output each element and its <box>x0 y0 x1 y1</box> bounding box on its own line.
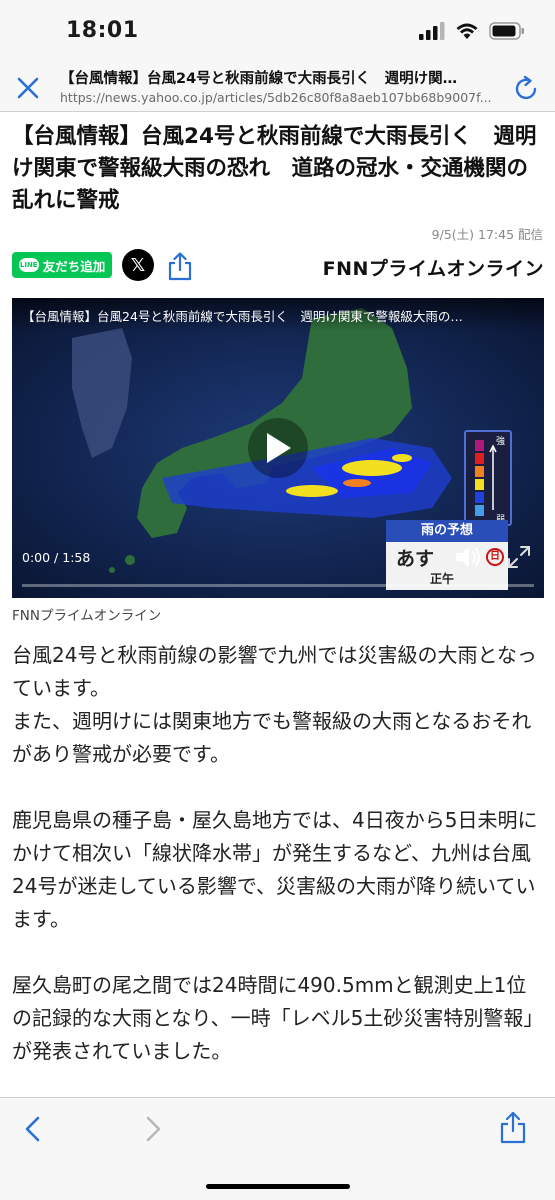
line-button-label: 友だち追加 <box>42 258 106 274</box>
forecast-body: あす 日 正午 <box>386 542 508 590</box>
forward-chevron-icon[interactable] <box>140 1114 166 1144</box>
wifi-icon <box>456 23 478 39</box>
x-share-button[interactable]: 𝕏 <box>122 249 154 281</box>
fullscreen-icon[interactable] <box>506 544 532 570</box>
forecast-weekday: 日 <box>486 548 504 566</box>
play-icon <box>267 433 291 463</box>
status-time: 18:01 <box>66 18 139 43</box>
bottom-toolbar <box>0 1097 555 1200</box>
line-icon: LINE <box>18 258 39 272</box>
browser-header: 【台風情報】台風24号と秋雨前線で大雨長引く 週明け関… https://new… <box>0 62 555 112</box>
article-body: 台風24号と秋雨前線の影響で九州では災害級の大雨となっています。 また、週明けに… <box>12 639 544 1101</box>
status-icons <box>419 22 525 40</box>
video-time: 0:00 / 1:58 <box>22 550 90 565</box>
video-current-time: 0:00 <box>22 550 51 565</box>
back-chevron-icon[interactable] <box>20 1114 46 1144</box>
legend-strong-label: 強 <box>496 437 506 447</box>
status-bar: 18:01 <box>0 0 555 62</box>
volume-icon[interactable] <box>454 544 482 570</box>
video-progress-bar[interactable] <box>22 584 534 587</box>
line-add-friend-button[interactable]: LINE 友だち追加 <box>12 252 112 278</box>
page-title: 【台風情報】台風24号と秋雨前線で大雨長引く 週明け関… <box>60 71 458 87</box>
rain-legend: 強 弱 <box>464 430 512 526</box>
article-date: 9/5(土) 17:45 配信 <box>431 227 543 242</box>
article-paragraph: 台風24号と秋雨前線の影響で九州では災害級の大雨となっています。 また、週明けに… <box>12 643 537 766</box>
forecast-panel: 雨の予想 あす 日 正午 <box>386 520 508 590</box>
share-icon[interactable] <box>498 1110 528 1144</box>
video-title: 【台風情報】台風24号と秋雨前線で大雨長引く 週明け関東で警報級大雨の… <box>12 298 544 332</box>
provider-logo[interactable]: FNNプライムオンライン <box>323 254 544 281</box>
article-paragraph: 屋久島町の尾之間では24時間に490.5mmと観測史上1位の記録的な大雨となり、… <box>12 973 544 1063</box>
forecast-day: あす <box>396 548 435 570</box>
share-row: LINE 友だち追加 𝕏 FNNプライムオンライン <box>12 249 544 283</box>
article-headline: 【台風情報】台風24号と秋雨前線で大雨長引く 週明け関東で警報級大雨の恐れ 道路… <box>12 124 537 213</box>
close-icon[interactable] <box>14 74 42 102</box>
home-indicator[interactable] <box>206 1184 350 1189</box>
page-url[interactable]: https://news.yahoo.co.jp/articles/5db26c… <box>60 90 500 105</box>
video-time-separator: / <box>50 550 63 565</box>
article-paragraph: 鹿児島県の種子島・屋久島地方では、4日夜から5日未明にかけて相次い「線状降水帯」… <box>12 808 538 931</box>
forecast-heading: 雨の予想 <box>386 520 508 542</box>
play-button[interactable] <box>248 418 308 478</box>
video-duration: 1:58 <box>62 550 91 565</box>
reload-icon[interactable] <box>511 74 541 104</box>
battery-icon <box>489 22 524 40</box>
video-player[interactable]: 【台風情報】台風24号と秋雨前線で大雨長引く 週明け関東で警報級大雨の… 強 弱… <box>12 298 544 598</box>
share-icon[interactable] <box>166 251 194 281</box>
video-caption: FNNプライムオンライン <box>12 608 162 624</box>
signal-icon <box>419 22 445 40</box>
